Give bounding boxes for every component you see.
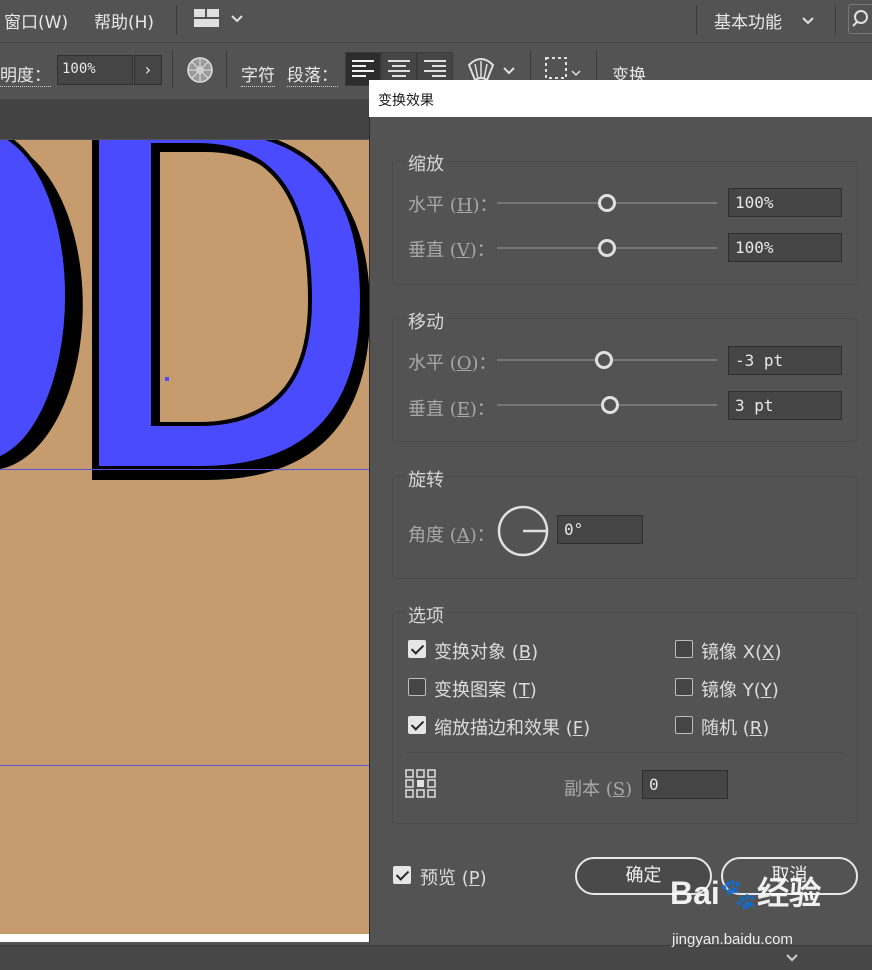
workspace-switcher[interactable]: 基本功能 <box>714 8 782 33</box>
move-vertical-label: 垂直 (E)： <box>408 399 495 420</box>
opacity-arrow-button[interactable]: › <box>134 55 162 85</box>
preview-checkbox[interactable] <box>393 866 411 884</box>
scale-horizontal-label: 水平 (H)： <box>408 195 498 216</box>
move-group-title: 移动 <box>406 308 446 334</box>
status-chevron-icon[interactable] <box>784 950 800 969</box>
character-link[interactable]: 字符 <box>241 61 275 87</box>
scale-strokes-label[interactable]: 缩放描边和效果 (F) <box>434 714 590 740</box>
reflect-x-label[interactable]: 镜像 X(X) <box>701 638 781 664</box>
transform-objects-checkbox[interactable] <box>408 640 426 658</box>
scale-vertical-input[interactable]: 100% <box>728 233 842 262</box>
menu-help[interactable]: 帮助(H) <box>94 8 154 33</box>
watermark-url: jingyan.baidu.com <box>672 931 793 948</box>
toolbar-divider <box>226 50 227 88</box>
scale-horizontal-knob[interactable] <box>598 194 616 212</box>
options-divider <box>406 752 844 753</box>
status-bar <box>0 945 872 970</box>
move-horizontal-input[interactable]: -3 pt <box>728 346 842 375</box>
menu-divider <box>835 5 836 35</box>
random-checkbox[interactable] <box>675 716 693 734</box>
angle-dial-icon[interactable] <box>496 504 550 562</box>
opacity-label[interactable]: 明度： <box>0 61 51 87</box>
menu-divider <box>176 5 177 35</box>
scale-horizontal-input[interactable]: 100% <box>728 188 842 217</box>
arrange-documents-icon[interactable] <box>194 9 222 31</box>
reference-point-icon[interactable] <box>405 769 437 803</box>
move-group <box>392 318 858 442</box>
scale-vertical-knob[interactable] <box>598 239 616 257</box>
scale-strokes-checkbox[interactable] <box>408 716 426 734</box>
move-horizontal-label: 水平 (O)： <box>408 353 497 374</box>
search-field[interactable] <box>848 4 872 34</box>
guide-line[interactable] <box>0 765 370 766</box>
opacity-input[interactable]: 100% <box>57 55 133 85</box>
rotate-angle-input[interactable]: 0° <box>557 515 643 544</box>
random-label[interactable]: 随机 (R) <box>701 714 769 740</box>
recolor-artwork-icon[interactable] <box>186 56 214 88</box>
chevron-down-icon[interactable] <box>502 62 516 81</box>
chevron-down-icon[interactable] <box>230 10 244 29</box>
toolbar-divider <box>172 50 173 88</box>
artwork-letters <box>0 140 370 480</box>
menu-window[interactable]: 窗口(W) <box>4 8 68 33</box>
move-vertical-input[interactable]: 3 pt <box>728 391 842 420</box>
rotate-group-title: 旋转 <box>406 466 446 492</box>
preview-label[interactable]: 预览 (P) <box>420 864 487 890</box>
guide-line[interactable] <box>0 469 370 470</box>
move-vertical-knob[interactable] <box>601 396 619 414</box>
copies-input[interactable]: 0 <box>642 770 728 799</box>
transform-patterns-label[interactable]: 变换图案 (T) <box>434 676 537 702</box>
reflect-y-label[interactable]: 镜像 Y(Y) <box>701 676 779 702</box>
rotate-angle-label: 角度 (A)： <box>408 525 495 546</box>
transform-objects-label[interactable]: 变换对象 (B) <box>434 638 538 664</box>
artboard-canvas[interactable] <box>0 140 370 934</box>
reflect-x-checkbox[interactable] <box>675 640 693 658</box>
scale-group-title: 缩放 <box>406 150 446 176</box>
workspace-chevron-icon[interactable] <box>801 12 815 31</box>
document-tab-bar <box>0 99 370 139</box>
move-horizontal-knob[interactable] <box>595 351 613 369</box>
copies-label: 副本 (S) <box>564 779 633 800</box>
reflect-y-checkbox[interactable] <box>675 678 693 696</box>
search-icon <box>852 10 868 27</box>
paragraph-link[interactable]: 段落： <box>287 61 338 87</box>
canvas-edge <box>0 934 370 942</box>
scale-vertical-label: 垂直 (V)： <box>408 240 495 261</box>
options-group-title: 选项 <box>406 602 446 628</box>
scale-group <box>392 161 858 285</box>
transform-patterns-checkbox[interactable] <box>408 678 426 696</box>
baidu-watermark: Bai🐾经验 <box>670 875 822 911</box>
menu-divider <box>696 5 697 35</box>
dialog-title[interactable]: 变换效果 <box>369 80 872 117</box>
